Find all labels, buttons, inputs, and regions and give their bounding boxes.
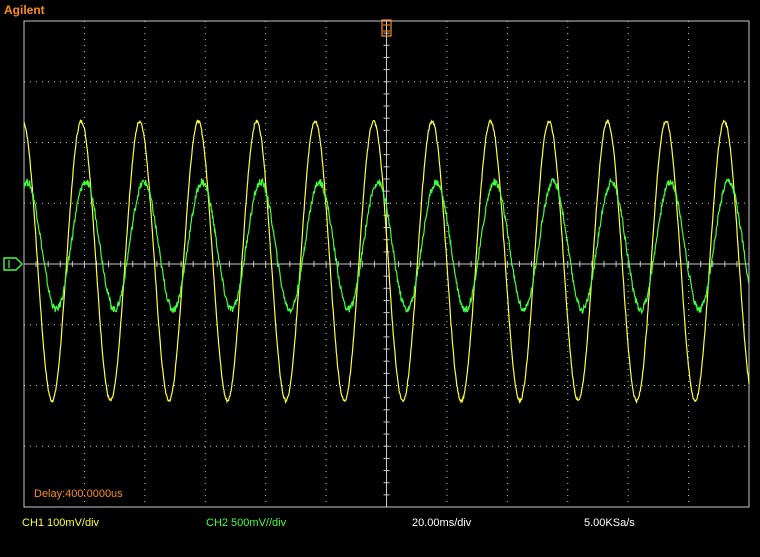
oscilloscope-display — [3, 19, 750, 508]
timebase-readout: 20.00ms/div — [412, 517, 472, 529]
ch2-scale-readout: CH2 500mV//div — [206, 517, 287, 529]
sample-rate-readout: 5.00KSa/s — [584, 517, 635, 529]
ground-level-marker-icon — [3, 257, 23, 271]
delay-readout: Delay:400.0000us — [34, 488, 123, 500]
graticule — [23, 20, 750, 508]
markers — [3, 19, 392, 271]
ch1-scale-readout: CH1 100mV/div — [22, 517, 100, 529]
